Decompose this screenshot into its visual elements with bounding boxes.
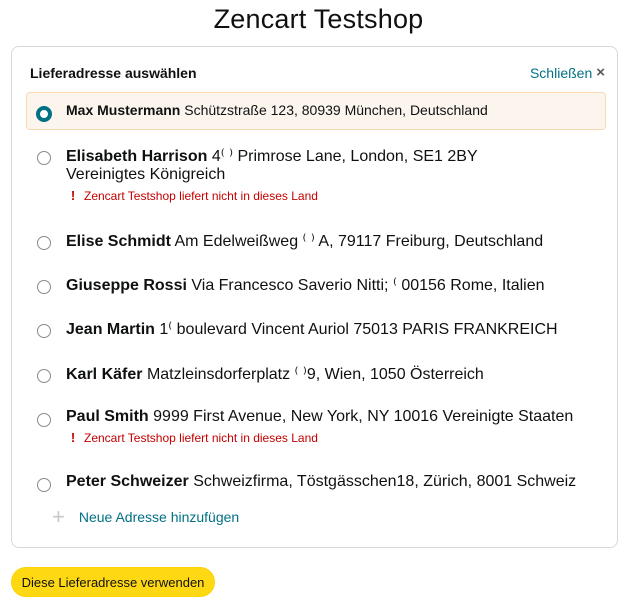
radio-selected-icon[interactable] bbox=[36, 106, 52, 122]
delivery-warning: ! Zencart Testshop liefert nicht in dies… bbox=[70, 430, 318, 445]
close-icon: × bbox=[596, 64, 605, 81]
radio-icon[interactable] bbox=[37, 369, 51, 383]
radio-icon[interactable] bbox=[37, 236, 51, 250]
warning-text: Zencart Testshop liefert nicht in dieses… bbox=[84, 188, 318, 203]
address-text: Elisabeth Harrison 4⁽ ⁾ Primrose Lane, L… bbox=[66, 146, 478, 166]
radio-icon[interactable] bbox=[37, 478, 51, 492]
address-text: Peter Schweizer Schweizfirma, Töstgässch… bbox=[66, 473, 576, 491]
address-line: Matzleinsdorferplatz ⁽ ⁾9, Wien, 1050 Ös… bbox=[146, 366, 484, 383]
warning-icon: ! bbox=[70, 188, 76, 203]
address-text: Max Mustermann Schützstraße 123, 80939 M… bbox=[66, 102, 488, 118]
address-line: Am Edelweißweg ⁽ ⁾ A, 79117 Freiburg, De… bbox=[174, 233, 544, 250]
radio-icon[interactable] bbox=[37, 151, 51, 165]
delivery-warning: ! Zencart Testshop liefert nicht in dies… bbox=[70, 188, 318, 203]
address-line-2: Vereinigtes Königreich bbox=[66, 166, 226, 183]
use-address-button[interactable]: Diese Lieferadresse verwenden bbox=[11, 567, 215, 597]
address-text: Giuseppe Rossi Via Francesco Saverio Nit… bbox=[66, 275, 545, 295]
add-address-label: Neue Adresse hinzufügen bbox=[78, 509, 240, 525]
address-name: Giuseppe Rossi bbox=[66, 277, 187, 294]
address-line: 4⁽ ⁾ Primrose Lane, London, SE1 2BY bbox=[211, 148, 478, 165]
close-label: Schließen bbox=[529, 64, 593, 81]
address-name: Peter Schweizer bbox=[66, 473, 189, 490]
radio-icon[interactable] bbox=[37, 413, 51, 427]
radio-icon[interactable] bbox=[37, 324, 51, 338]
warning-text: Zencart Testshop liefert nicht in dieses… bbox=[84, 430, 318, 445]
address-name: Max Mustermann bbox=[66, 102, 181, 118]
address-name: Jean Martin bbox=[66, 321, 155, 338]
plus-icon: + bbox=[52, 504, 65, 529]
radio-icon[interactable] bbox=[37, 280, 51, 294]
add-address-link[interactable]: + Neue Adresse hinzufügen bbox=[52, 504, 240, 529]
address-line: Schweizfirma, Töstgässchen18, Zürich, 80… bbox=[193, 473, 577, 490]
address-text: Paul Smith 9999 First Avenue, New York, … bbox=[66, 408, 573, 426]
address-text: Jean Martin 1⁽ boulevard Vincent Auriol … bbox=[66, 319, 558, 339]
address-name: Elisabeth Harrison bbox=[66, 148, 208, 165]
address-text: Karl Käfer Matzleinsdorferplatz ⁽ ⁾9, Wi… bbox=[66, 364, 484, 384]
panel-title: Lieferadresse auswählen bbox=[30, 65, 197, 81]
address-selection-panel: Lieferadresse auswählen Schließen × Max … bbox=[11, 46, 618, 548]
address-line: 1⁽ boulevard Vincent Auriol 75013 PARIS … bbox=[159, 321, 558, 338]
warning-icon: ! bbox=[70, 430, 76, 445]
address-name: Elise Schmidt bbox=[66, 233, 171, 250]
page-title: Zencart Testshop bbox=[213, 4, 424, 34]
address-text: Elise Schmidt Am Edelweißweg ⁽ ⁾ A, 7911… bbox=[66, 231, 543, 251]
address-line: 9999 First Avenue, New York, NY 10016 Ve… bbox=[153, 408, 574, 425]
address-name: Karl Käfer bbox=[66, 366, 143, 383]
close-button[interactable]: Schließen × bbox=[530, 64, 605, 81]
address-name: Paul Smith bbox=[66, 408, 149, 425]
address-line: Schützstraße 123, 80939 München, Deutsch… bbox=[184, 102, 488, 118]
address-line: Via Francesco Saverio Nitti; ⁽ 00156 Rom… bbox=[191, 277, 545, 294]
